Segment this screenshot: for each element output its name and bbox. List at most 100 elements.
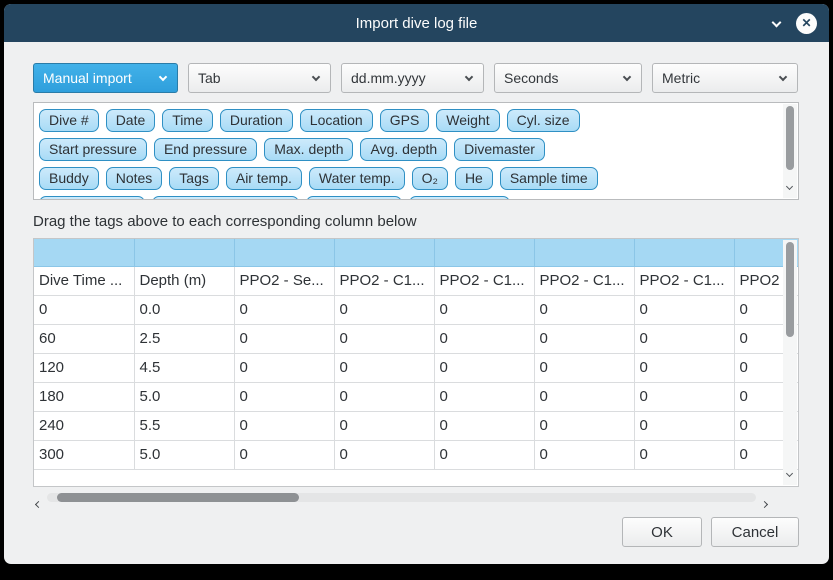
import-type-select[interactable]: Manual import [33, 63, 178, 93]
scrollbar-handle[interactable] [786, 106, 794, 170]
table-row: 1204.5000000 [34, 353, 799, 382]
tag-o[interactable]: O₂ [412, 167, 448, 190]
tag-sample-po[interactable]: Sample pO₂ [306, 196, 401, 200]
scroll-left-icon[interactable] [36, 494, 41, 512]
table-body: 00.0000000602.50000001204.50000001805.00… [34, 295, 799, 469]
scroll-right-icon[interactable] [762, 494, 767, 512]
table-cell: 0 [234, 440, 334, 469]
tag-avg-depth[interactable]: Avg. depth [360, 138, 447, 161]
table-row: 2405.5000000 [34, 411, 799, 440]
table-cell: 120 [34, 353, 134, 382]
tag-sample-depth[interactable]: Sample depth [39, 196, 145, 200]
tag-tags[interactable]: Tags [169, 167, 219, 190]
duration-format-select[interactable]: Seconds [494, 63, 642, 93]
table-cell: 0 [534, 353, 634, 382]
dialog-buttons: OK Cancel [33, 517, 799, 547]
table-cell: 0 [434, 382, 534, 411]
tag-end-pressure[interactable]: End pressure [154, 138, 257, 161]
tag-pool: Dive # Date Time Duration Location GPS Weight C… [33, 102, 799, 200]
tag-air-temp[interactable]: Air temp. [226, 167, 302, 190]
table-cell: 0 [334, 382, 434, 411]
table-cell: 0 [334, 295, 434, 324]
tag-pool-scrollbar[interactable] [783, 104, 797, 198]
column-header: PPO2 - C1... [634, 266, 734, 295]
scroll-down-icon[interactable] [787, 176, 792, 194]
table-scrollbar-horizontal[interactable] [33, 490, 770, 505]
tag-start-pressure[interactable]: Start pressure [39, 138, 147, 161]
table-cell: 5.5 [134, 411, 234, 440]
csv-preview: Dive Time ...Depth (m)PPO2 - Se...PPO2 -… [34, 239, 799, 470]
table-cell: 0 [434, 324, 534, 353]
tag-dive[interactable]: Dive # [39, 109, 99, 132]
table-cell: 0 [234, 382, 334, 411]
column-header: PPO2 - C1... [534, 266, 634, 295]
dialog-content: Manual import Tab dd.mm.yyyy Seconds Met… [4, 42, 829, 547]
table-cell: 0 [634, 411, 734, 440]
drop-target-row [34, 239, 799, 266]
drop-target-cell[interactable] [34, 239, 134, 266]
cancel-button[interactable]: Cancel [711, 517, 799, 547]
chevron-down-icon [312, 72, 320, 80]
table-cell: 0 [434, 440, 534, 469]
close-icon[interactable]: ✕ [796, 13, 817, 34]
tag-buddy[interactable]: Buddy [39, 167, 99, 190]
tag-duration[interactable]: Duration [220, 109, 293, 132]
table-cell: 0 [534, 411, 634, 440]
table-cell: 0 [634, 382, 734, 411]
tag-sample-temperature[interactable]: Sample temperature [152, 196, 299, 200]
tag-weight[interactable]: Weight [436, 109, 499, 132]
table-row: 1805.0000000 [34, 382, 799, 411]
tag-date[interactable]: Date [106, 109, 156, 132]
table-cell: 0 [234, 411, 334, 440]
table-cell: 0 [234, 324, 334, 353]
duration-format-value: Seconds [504, 70, 558, 86]
shade-chevron-icon[interactable] [773, 13, 780, 31]
table-scrollbar-vertical[interactable] [783, 240, 797, 485]
scroll-down-icon[interactable] [787, 463, 792, 481]
scrollbar-handle[interactable] [57, 493, 299, 502]
date-format-select[interactable]: dd.mm.yyyy [341, 63, 484, 93]
ok-button[interactable]: OK [622, 517, 702, 547]
tag-time[interactable]: Time [162, 109, 213, 132]
tag-he[interactable]: He [455, 167, 493, 190]
drop-target-cell[interactable] [134, 239, 234, 266]
tag-sample-cns[interactable]: Sample CNS [409, 196, 510, 200]
drop-target-cell[interactable] [334, 239, 434, 266]
tag-notes[interactable]: Notes [106, 167, 163, 190]
table-cell: 0 [234, 295, 334, 324]
table-cell: 0 [334, 353, 434, 382]
field-separator-select[interactable]: Tab [188, 63, 331, 93]
tag-cyl-size[interactable]: Cyl. size [507, 109, 580, 132]
column-header: PPO2 - C1... [434, 266, 534, 295]
tag-water-temp[interactable]: Water temp. [309, 167, 405, 190]
table-cell: 0.0 [134, 295, 234, 324]
import-options-row: Manual import Tab dd.mm.yyyy Seconds Met… [33, 63, 799, 93]
tag-divemaster[interactable]: Divemaster [454, 138, 545, 161]
tag-max-depth[interactable]: Max. depth [264, 138, 353, 161]
column-header: Dive Time ... [34, 266, 134, 295]
table-row: 602.5000000 [34, 324, 799, 353]
table-cell: 0 [534, 324, 634, 353]
table-cell: 60 [34, 324, 134, 353]
tag-location[interactable]: Location [300, 109, 373, 132]
import-type-value: Manual import [43, 70, 132, 86]
table-cell: 5.0 [134, 440, 234, 469]
chevron-down-icon [465, 72, 473, 80]
table-cell: 300 [34, 440, 134, 469]
chevron-down-icon [623, 72, 631, 80]
titlebar-buttons: ✕ [773, 4, 817, 42]
table-cell: 0 [34, 295, 134, 324]
tag-row: Dive # Date Time Duration Location GPS Weight C… [37, 106, 778, 135]
table-cell: 0 [634, 440, 734, 469]
drop-target-cell[interactable] [234, 239, 334, 266]
drop-target-cell[interactable] [534, 239, 634, 266]
scrollbar-handle[interactable] [786, 242, 794, 337]
drop-target-cell[interactable] [634, 239, 734, 266]
drop-target-cell[interactable] [434, 239, 534, 266]
titlebar[interactable]: Import dive log file ✕ [4, 4, 829, 42]
tag-sample-time[interactable]: Sample time [500, 167, 598, 190]
tag-gps[interactable]: GPS [380, 109, 430, 132]
units-select[interactable]: Metric [652, 63, 798, 93]
field-separator-value: Tab [198, 70, 221, 86]
table-cell: 0 [634, 295, 734, 324]
